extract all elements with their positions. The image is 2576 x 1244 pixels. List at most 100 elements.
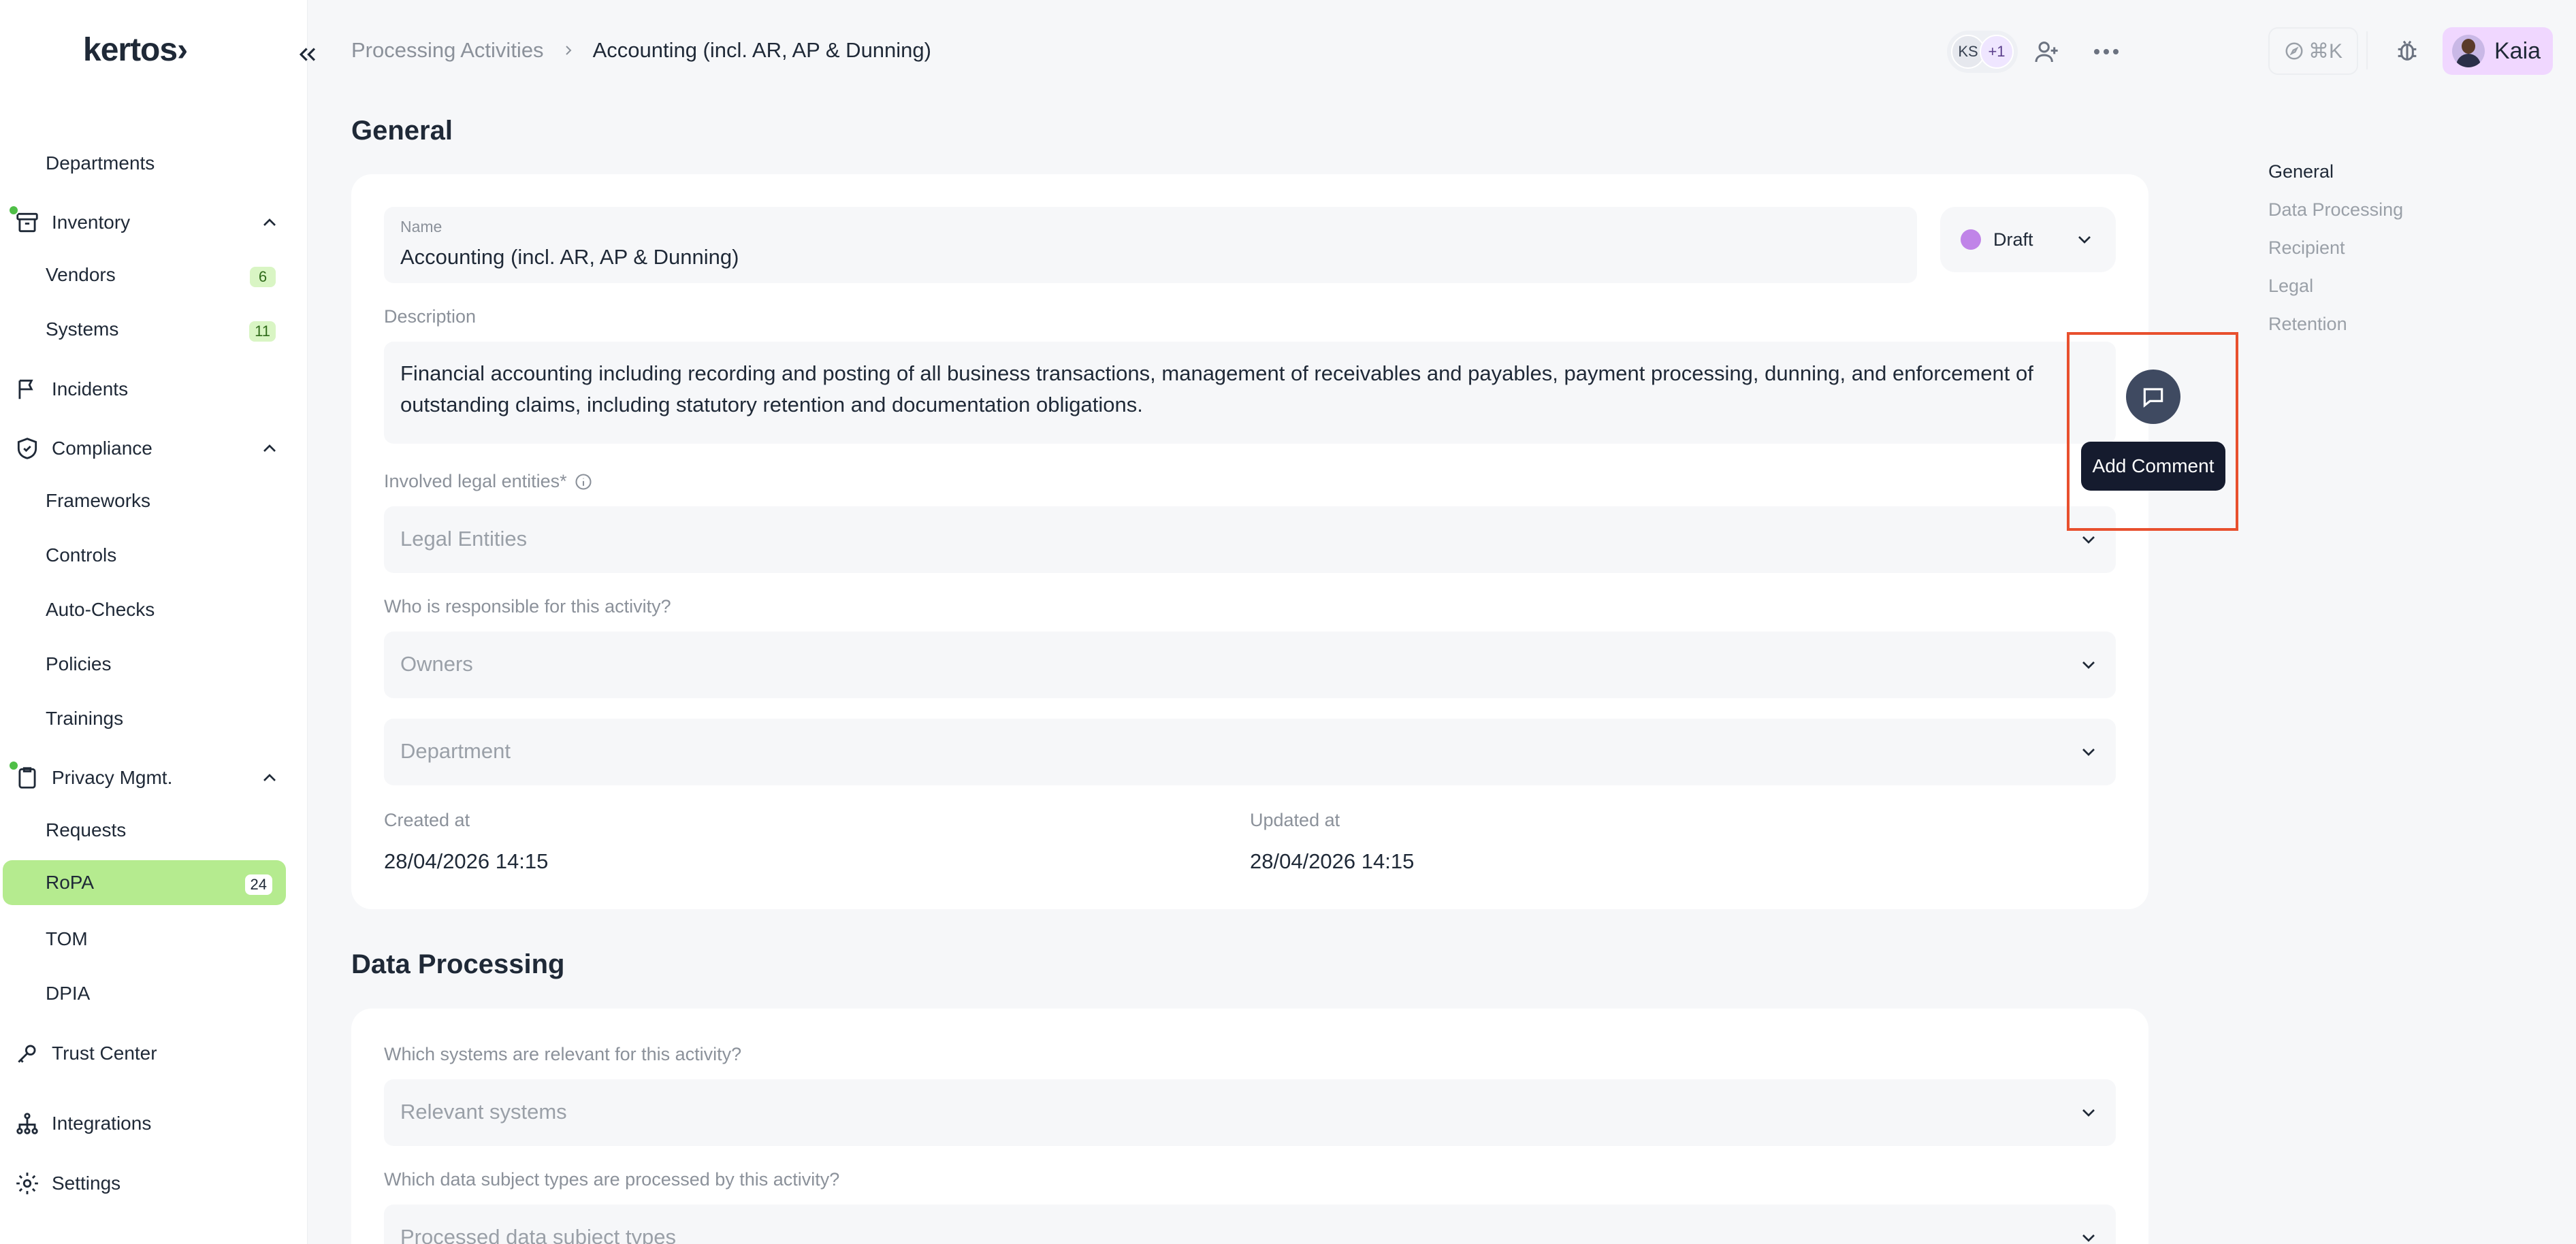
sidebar-item-label: Inventory xyxy=(52,212,131,233)
sidebar-item-label: TOM xyxy=(46,928,88,949)
toc-item-retention[interactable]: Retention xyxy=(2268,305,2403,343)
section-title-general: General xyxy=(351,116,453,146)
user-menu-button[interactable]: Kaia xyxy=(2443,27,2553,75)
description-value: Financial accounting including recording… xyxy=(400,361,2033,416)
owners-select[interactable]: Owners xyxy=(384,632,2116,698)
description-field[interactable]: Financial accounting including recording… xyxy=(384,342,2116,444)
chevron-up-icon[interactable] xyxy=(259,767,280,789)
legal-entities-label-text: Involved legal entities* xyxy=(384,471,567,491)
info-icon[interactable] xyxy=(574,472,593,491)
general-card: Name Accounting (incl. AR, AP & Dunning)… xyxy=(351,174,2148,909)
toc-item-recipient[interactable]: Recipient xyxy=(2268,229,2403,267)
shortcut-label: ⌘K xyxy=(2308,39,2342,63)
sidebar-item-vendors[interactable]: Vendors 6 xyxy=(0,252,308,297)
clipboard-icon xyxy=(8,760,41,791)
toc-item-general[interactable]: General xyxy=(2268,152,2403,191)
sidebar-item-label: Settings xyxy=(52,1173,121,1194)
more-horizontal-icon xyxy=(2094,49,2119,54)
command-palette-button[interactable]: ⌘K xyxy=(2268,27,2358,75)
add-comment-tooltip: Add Comment xyxy=(2081,442,2225,491)
bug-icon xyxy=(2398,40,2417,61)
toc-item-legal[interactable]: Legal xyxy=(2268,267,2403,305)
toc-item-data-processing[interactable]: Data Processing xyxy=(2268,191,2403,229)
chevron-up-icon[interactable] xyxy=(259,438,280,459)
status-select[interactable]: Draft xyxy=(1940,207,2116,272)
sidebar-item-label: Integrations xyxy=(52,1113,152,1134)
chevron-down-icon xyxy=(2082,749,2095,756)
key-icon xyxy=(14,1040,41,1067)
sidebar-item-label: Systems xyxy=(46,318,119,340)
sidebar-item-inventory[interactable]: Inventory xyxy=(0,200,308,245)
sidebar: kertos› Departments Inventory Vendors 6 … xyxy=(0,0,308,1244)
user-name: Kaia xyxy=(2494,37,2541,64)
sidebar-item-departments[interactable]: Departments xyxy=(0,141,308,186)
sidebar-item-systems[interactable]: Systems 11 xyxy=(0,307,308,352)
breadcrumb: Processing Activities Accounting (incl. … xyxy=(351,35,931,65)
subjects-label: Which data subject types are processed b… xyxy=(384,1169,840,1190)
sidebar-item-incidents[interactable]: Incidents xyxy=(0,367,308,412)
avatar-more: +1 xyxy=(1980,35,2014,69)
sidebar-item-label: Incidents xyxy=(52,378,129,399)
collaborator-avatars[interactable]: KS +1 xyxy=(1947,31,2018,73)
legal-entities-label: Involved legal entities* xyxy=(384,471,593,492)
breadcrumb-current: Accounting (incl. AR, AP & Dunning) xyxy=(592,38,931,62)
archive-icon xyxy=(8,205,41,236)
sidebar-item-tom[interactable]: TOM xyxy=(0,917,308,962)
sidebar-item-settings[interactable]: Settings xyxy=(0,1161,308,1206)
breadcrumb-parent-link[interactable]: Processing Activities xyxy=(351,38,544,63)
sidebar-item-label: RoPA xyxy=(46,872,95,893)
legal-entities-select[interactable]: Legal Entities xyxy=(384,506,2116,573)
sidebar-item-dpia[interactable]: DPIA xyxy=(0,971,308,1016)
network-icon xyxy=(14,1110,41,1137)
responsible-label: Who is responsible for this activity? xyxy=(384,596,671,617)
status-dot xyxy=(1961,229,1981,250)
sidebar-item-trust-center[interactable]: Trust Center xyxy=(0,1031,308,1076)
systems-label: Which systems are relevant for this acti… xyxy=(384,1044,742,1064)
name-value: Accounting (incl. AR, AP & Dunning) xyxy=(400,245,739,269)
department-placeholder: Department xyxy=(400,739,511,763)
sidebar-item-label: Privacy Mgmt. xyxy=(52,767,173,788)
sidebar-item-auto-checks[interactable]: Auto-Checks xyxy=(0,587,308,632)
sidebar-item-privacy-mgmt[interactable]: Privacy Mgmt. xyxy=(0,755,308,800)
notification-dot xyxy=(8,205,19,216)
chevron-down-icon xyxy=(2082,1234,2095,1242)
count-badge: 24 xyxy=(244,874,272,895)
sidebar-item-label: Departments xyxy=(46,152,155,174)
department-select[interactable]: Department xyxy=(384,719,2116,785)
chevron-down-icon xyxy=(2078,236,2091,244)
notification-dot xyxy=(8,760,19,771)
chevrons-left-icon xyxy=(299,48,316,61)
sidebar-item-controls[interactable]: Controls xyxy=(0,533,308,578)
sidebar-item-label: Controls xyxy=(46,544,117,566)
sidebar-item-ropa[interactable]: RoPA 24 xyxy=(3,860,286,905)
sidebar-item-label: Policies xyxy=(46,653,112,674)
user-plus-icon xyxy=(2035,42,2058,63)
report-bug-button[interactable] xyxy=(2388,31,2426,69)
sidebar-item-integrations[interactable]: Integrations xyxy=(0,1101,308,1146)
sidebar-item-label: Trust Center xyxy=(52,1043,157,1064)
created-at-value: 28/04/2026 14:15 xyxy=(384,849,549,873)
more-options-button[interactable] xyxy=(2087,34,2125,69)
data-subject-types-select[interactable]: Processed data subject types xyxy=(384,1205,2116,1244)
sidebar-item-trainings[interactable]: Trainings xyxy=(0,696,308,741)
updated-at-value: 28/04/2026 14:15 xyxy=(1250,849,1415,873)
collapse-sidebar-button[interactable] xyxy=(290,37,325,72)
data-processing-card: Which systems are relevant for this acti… xyxy=(351,1009,2148,1244)
sidebar-item-policies[interactable]: Policies xyxy=(0,642,308,687)
created-at-label: Created at xyxy=(384,810,470,830)
relevant-systems-select[interactable]: Relevant systems xyxy=(384,1079,2116,1146)
sidebar-item-label: Compliance xyxy=(52,438,152,459)
sidebar-item-label: Vendors xyxy=(46,264,116,285)
add-user-button[interactable] xyxy=(2027,33,2065,71)
section-title-data-processing: Data Processing xyxy=(351,949,565,979)
sidebar-item-compliance[interactable]: Compliance xyxy=(0,426,308,471)
chevron-down-icon xyxy=(2082,1109,2095,1117)
sidebar-item-requests[interactable]: Requests xyxy=(0,808,308,853)
chevron-up-icon[interactable] xyxy=(259,212,280,233)
name-field[interactable]: Name Accounting (incl. AR, AP & Dunning) xyxy=(384,207,1917,283)
add-comment-button[interactable] xyxy=(2126,370,2180,424)
owners-placeholder: Owners xyxy=(400,652,473,676)
sidebar-item-label: Requests xyxy=(46,819,127,840)
compass-icon xyxy=(2285,42,2303,60)
sidebar-item-frameworks[interactable]: Frameworks xyxy=(0,478,308,523)
